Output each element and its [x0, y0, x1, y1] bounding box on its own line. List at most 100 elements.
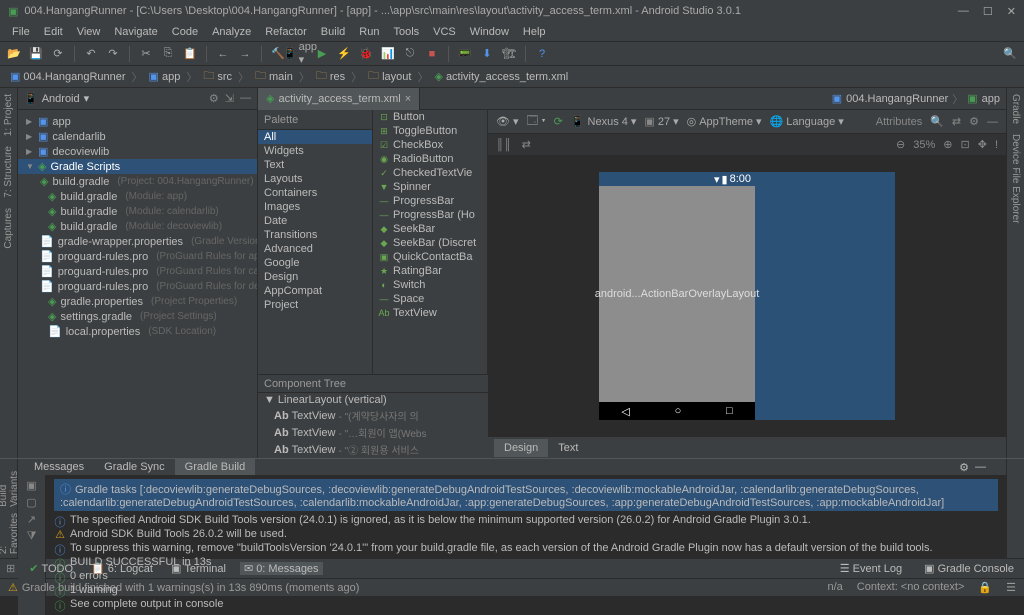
- palette-category[interactable]: Google: [258, 256, 372, 270]
- messages-list[interactable]: ⓘGradle tasks [:decoviewlib:generateDebu…: [46, 475, 1006, 615]
- breadcrumb-root[interactable]: ▣004.HangangRunner: [6, 69, 130, 84]
- messages-hide-icon[interactable]: —: [975, 461, 986, 474]
- minimize-button[interactable]: —: [958, 5, 969, 18]
- menu-view[interactable]: View: [71, 24, 107, 40]
- tree-item[interactable]: ▶▣app: [18, 114, 257, 129]
- settings-attr-icon[interactable]: ⚙: [969, 115, 979, 128]
- copy-icon[interactable]: ⎘: [160, 46, 176, 62]
- tab-text[interactable]: Text: [548, 439, 588, 457]
- language-dropdown[interactable]: 🌐Language ▾: [770, 115, 844, 128]
- component-tree-item[interactable]: Ab TextView- "…회원이 앱(Webs: [258, 424, 488, 441]
- stop-icon[interactable]: ■: [424, 46, 440, 62]
- palette-widget[interactable]: ⊡Button: [373, 110, 487, 124]
- palette-widget[interactable]: —Space: [373, 292, 487, 306]
- toggle-icon[interactable]: ⇄: [522, 138, 531, 151]
- forward-icon[interactable]: →: [237, 46, 253, 62]
- palette-categories[interactable]: AllWidgetsTextLayoutsContainersImagesDat…: [258, 130, 372, 374]
- palette-category[interactable]: Containers: [258, 186, 372, 200]
- messages-export-icon[interactable]: ↗: [27, 513, 36, 526]
- palette-category[interactable]: Advanced: [258, 242, 372, 256]
- messages-expand-icon[interactable]: ▣: [26, 479, 36, 492]
- palette-category[interactable]: Widgets: [258, 144, 372, 158]
- status-menu-icon[interactable]: ☰: [1006, 581, 1016, 594]
- menu-vcs[interactable]: VCS: [427, 24, 462, 40]
- palette-widget[interactable]: —ProgressBar (Ho: [373, 208, 487, 222]
- component-tree-list[interactable]: ▼ LinearLayout (vertical)Ab TextView- "(…: [258, 393, 488, 458]
- undo-icon[interactable]: ↶: [83, 46, 99, 62]
- palette-widget[interactable]: —ProgressBar: [373, 194, 487, 208]
- messages-collapse-icon[interactable]: ▢: [26, 496, 36, 509]
- design-view-icon[interactable]: 👁 ▾: [496, 115, 519, 128]
- palette-widgets[interactable]: ⊡Button⊞ToggleButton☑CheckBox◉RadioButto…: [373, 110, 488, 374]
- tool-window-toggle-icon[interactable]: ⊞: [6, 562, 15, 575]
- menu-run[interactable]: Run: [353, 24, 385, 40]
- tree-item[interactable]: ▶▣calendarlib: [18, 129, 257, 144]
- tab-device-file-explorer[interactable]: Device File Explorer: [1010, 134, 1021, 223]
- breadcrumb-file[interactable]: ◈activity_access_term.xml: [430, 69, 572, 84]
- run-config-dropdown[interactable]: 📱 app ▾: [292, 46, 308, 62]
- blueprint-preview[interactable]: [755, 172, 895, 420]
- breadcrumb-main[interactable]: 🗀main: [251, 66, 297, 87]
- tab-design[interactable]: Design: [494, 439, 548, 457]
- tree-item[interactable]: 📄proguard-rules.pro(ProGuard Rules for a…: [18, 249, 257, 264]
- tree-item[interactable]: ▶▣decoviewlib: [18, 144, 257, 159]
- palette-category[interactable]: Design: [258, 270, 372, 284]
- palette-widget[interactable]: ▣QuickContactBa: [373, 250, 487, 264]
- tab-structure[interactable]: 7: Structure: [3, 146, 14, 198]
- avd-manager-icon[interactable]: 📟: [457, 46, 473, 62]
- menu-help[interactable]: Help: [517, 24, 552, 40]
- palette-widget[interactable]: ◉RadioButton: [373, 152, 487, 166]
- palette-category[interactable]: Transitions: [258, 228, 372, 242]
- component-tree-item[interactable]: ▼ LinearLayout (vertical): [258, 393, 488, 407]
- design-canvas[interactable]: ▾ ▮ 8:00 android...ActionBarOverlayLayou…: [488, 156, 1006, 436]
- palette-category[interactable]: Project: [258, 298, 372, 312]
- apply-changes-icon[interactable]: ⚡: [336, 46, 352, 62]
- menu-code[interactable]: Code: [166, 24, 204, 40]
- project-structure-icon[interactable]: 🏗: [501, 46, 517, 62]
- palette-widget[interactable]: ◆SeekBar: [373, 222, 487, 236]
- tree-item[interactable]: 📄gradle-wrapper.properties(Gradle Versio…: [18, 234, 257, 249]
- palette-widget[interactable]: ◆SeekBar (Discret: [373, 236, 487, 250]
- palette-widget[interactable]: AbTextView: [373, 306, 487, 320]
- hide-attr-icon[interactable]: —: [987, 116, 998, 128]
- help-icon[interactable]: ?: [534, 46, 550, 62]
- sdk-manager-icon[interactable]: ⬇: [479, 46, 495, 62]
- orientation-icon[interactable]: 🗔 ▾: [527, 112, 546, 131]
- menu-window[interactable]: Window: [464, 24, 515, 40]
- tree-item[interactable]: ◈build.gradle(Module: app): [18, 189, 257, 204]
- view-all-attr-icon[interactable]: ⇄: [952, 115, 961, 128]
- project-collapse-icon[interactable]: ⇲: [225, 92, 234, 105]
- tab-gradle[interactable]: Gradle: [1010, 94, 1021, 124]
- palette-widget[interactable]: ☑CheckBox: [373, 138, 487, 152]
- pan-icon[interactable]: ║║: [496, 139, 512, 151]
- tab-project[interactable]: 1: Project: [3, 94, 14, 136]
- phone-preview[interactable]: ▾ ▮ 8:00 android...ActionBarOverlayLayou…: [599, 172, 755, 420]
- palette-category[interactable]: Layouts: [258, 172, 372, 186]
- search-attr-icon[interactable]: 🔍: [930, 115, 944, 128]
- tab-captures[interactable]: Captures: [3, 208, 14, 249]
- close-tab-icon[interactable]: ×: [405, 93, 411, 105]
- debug-icon[interactable]: 🐞: [358, 46, 374, 62]
- maximize-button[interactable]: ☐: [983, 5, 993, 18]
- project-tree[interactable]: ▶▣app▶▣calendarlib▶▣decoviewlib▼◈Gradle …: [18, 110, 257, 458]
- component-tree-item[interactable]: Ab TextView- "(계약당사자의 의: [258, 407, 488, 424]
- tree-item[interactable]: ◈settings.gradle(Project Settings): [18, 309, 257, 324]
- device-dropdown[interactable]: 📱Nexus 4 ▾: [571, 115, 637, 128]
- palette-category[interactable]: Text: [258, 158, 372, 172]
- subtab-gradle-sync[interactable]: Gradle Sync: [94, 459, 175, 475]
- palette-category[interactable]: Images: [258, 200, 372, 214]
- project-hide-icon[interactable]: —: [240, 92, 251, 105]
- tree-item[interactable]: ◈gradle.properties(Project Properties): [18, 294, 257, 309]
- api-dropdown[interactable]: ▣27 ▾: [644, 115, 678, 128]
- menu-build[interactable]: Build: [315, 24, 351, 40]
- palette-widget[interactable]: ✓CheckedTextVie: [373, 166, 487, 180]
- zoom-in-icon[interactable]: ⊕: [943, 138, 952, 151]
- menu-navigate[interactable]: Navigate: [108, 24, 163, 40]
- editor-crumb-project[interactable]: 004.HangangRunner: [846, 93, 948, 105]
- messages-settings-icon[interactable]: ⚙: [959, 461, 969, 474]
- palette-widget[interactable]: ★RatingBar: [373, 264, 487, 278]
- palette-category[interactable]: All: [258, 130, 372, 144]
- tree-item[interactable]: 📄proguard-rules.pro(ProGuard Rules for c…: [18, 264, 257, 279]
- project-settings-icon[interactable]: ⚙: [209, 92, 219, 105]
- palette-widget[interactable]: ◐Switch: [373, 278, 487, 292]
